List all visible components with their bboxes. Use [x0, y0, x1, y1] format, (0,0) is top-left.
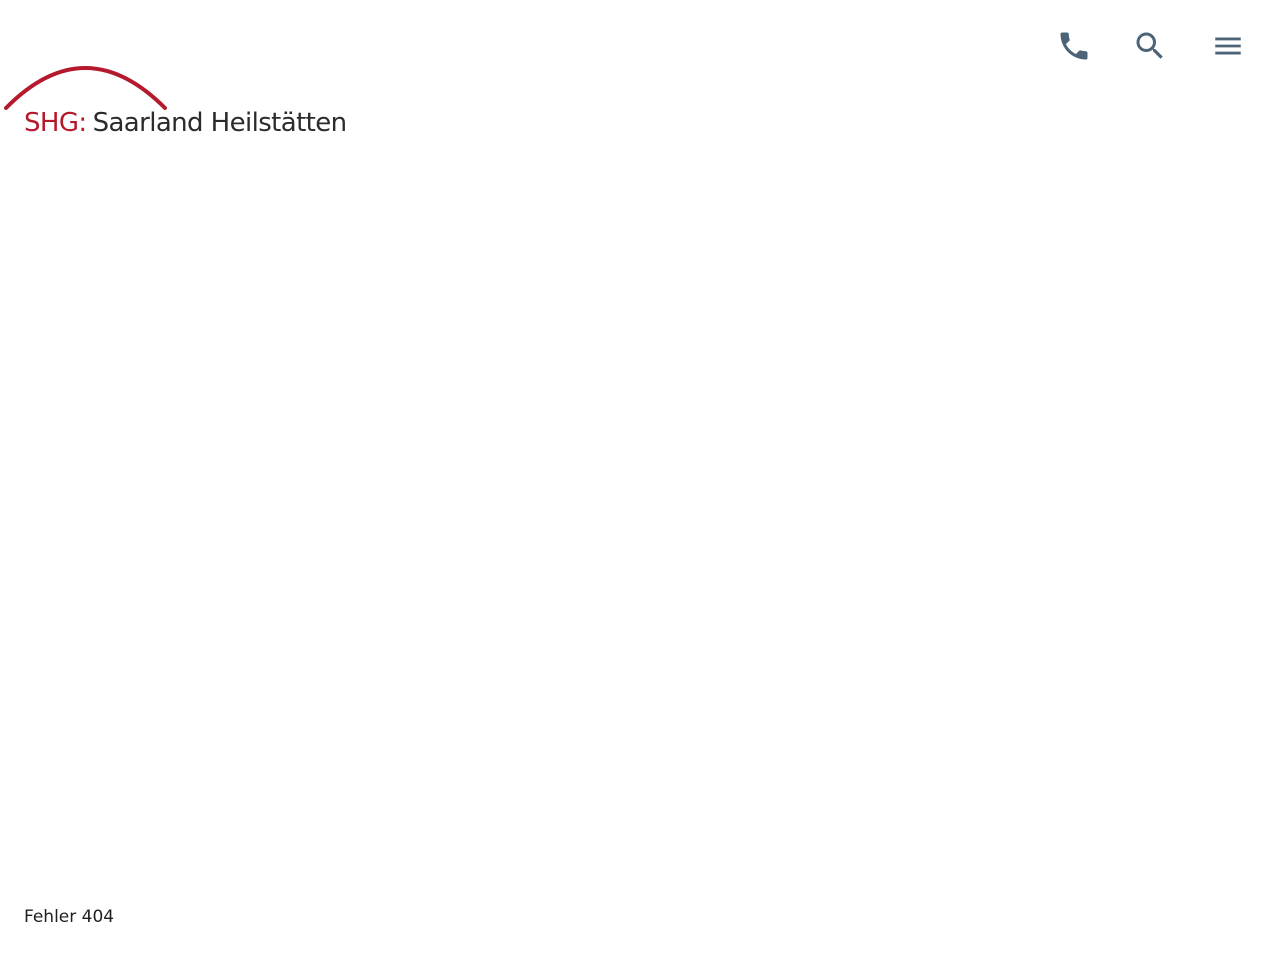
menu-button[interactable]: [1206, 24, 1250, 68]
hamburger-menu-icon: [1215, 37, 1241, 55]
page: SHG: Saarland Heilstätten Fehler 404: [0, 0, 1280, 960]
phone-icon: [1060, 32, 1088, 60]
search-icon: [1136, 32, 1163, 59]
logo-text: SHG: Saarland Heilstätten: [24, 106, 347, 140]
logo-arc-icon: [4, 66, 167, 110]
logo-name: Saarland Heilstätten: [92, 108, 348, 138]
site-logo-link[interactable]: SHG: Saarland Heilstätten: [0, 40, 360, 150]
site-header: SHG: Saarland Heilstätten: [0, 0, 1280, 160]
error-message: Fehler 404: [24, 907, 115, 927]
logo-brand: SHG:: [24, 108, 87, 138]
phone-button[interactable]: [1052, 24, 1096, 68]
search-button[interactable]: [1128, 24, 1172, 68]
